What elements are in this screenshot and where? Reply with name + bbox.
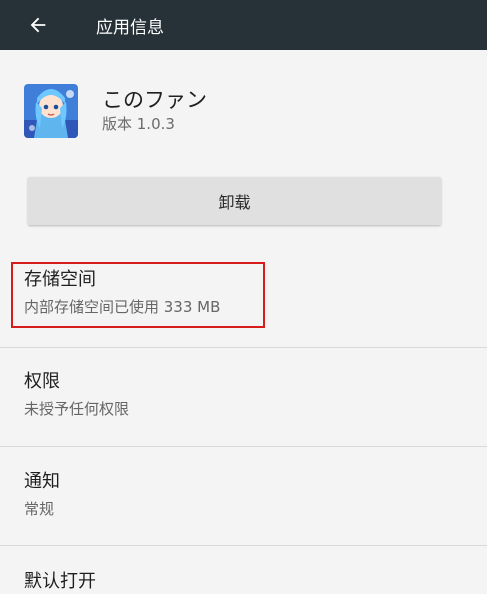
permissions-setting[interactable]: 权限 未授予任何权限 xyxy=(24,370,464,420)
setting-title: 通知 xyxy=(24,471,60,492)
app-header: このファン 版本 1.0.3 xyxy=(24,84,207,138)
setting-subtitle: 常规 xyxy=(24,500,55,518)
divider xyxy=(0,347,487,348)
setting-title: 权限 xyxy=(24,371,60,392)
divider xyxy=(0,446,487,447)
setting-subtitle: 未授予任何权限 xyxy=(24,400,130,418)
arrow-left-icon xyxy=(30,17,46,33)
app-bar: 应用信息 xyxy=(0,0,487,50)
notifications-setting[interactable]: 通知 常规 xyxy=(24,470,464,520)
highlight-box xyxy=(11,262,265,328)
open-by-default-setting[interactable]: 默认打开 xyxy=(24,570,464,594)
page-title: 应用信息 xyxy=(96,17,164,38)
uninstall-button[interactable]: 卸载 xyxy=(28,177,441,225)
app-name: このファン xyxy=(102,88,207,112)
app-version: 版本 1.0.3 xyxy=(102,115,175,133)
app-icon xyxy=(24,84,78,138)
divider xyxy=(0,545,487,546)
setting-title: 默认打开 xyxy=(24,571,96,592)
back-button[interactable] xyxy=(16,3,60,47)
